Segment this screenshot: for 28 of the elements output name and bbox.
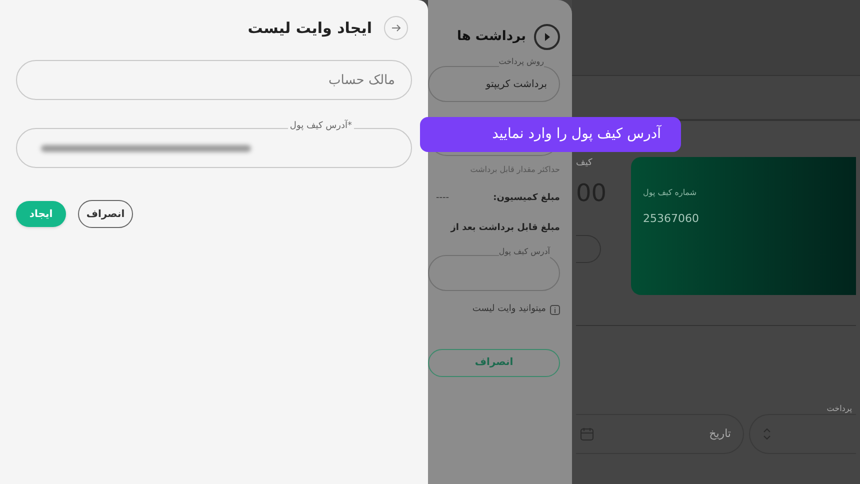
card-label: شماره کیف پول — [643, 187, 697, 199]
panel-title: ایجاد وایت لیست — [248, 18, 372, 39]
calendar-icon — [580, 427, 594, 441]
panel-title: برداشت ها — [456, 28, 526, 46]
date-placeholder: تاریخ — [709, 426, 731, 442]
net-amount-label: مبلغ قابل برداشت بعد از — [449, 222, 560, 234]
play-icon — [534, 24, 560, 50]
callout: آدرس کیف پول را وارد نمایید — [420, 117, 681, 152]
commission-label: مبلغ کمیسیون: — [493, 192, 560, 205]
field-value: برداشت کریپتو — [486, 78, 547, 92]
date-field[interactable]: تاریخ — [576, 414, 744, 454]
commission-value: ---- — [436, 192, 449, 205]
field-label: آدرس کیف پول — [498, 246, 550, 258]
wallet-label: کیف — [576, 157, 594, 170]
info-icon — [550, 304, 560, 315]
up-down-icon — [762, 427, 772, 441]
arrow-icon — [391, 23, 401, 33]
field-label: پرداخت — [826, 403, 852, 415]
text-field[interactable]: مالک حساب — [16, 60, 412, 100]
field-label: *آدرس کیف پول — [288, 119, 354, 133]
note-text: میتوانید وایت لیست — [472, 303, 546, 316]
back-button[interactable] — [384, 16, 408, 40]
card-number: 25367060 — [643, 211, 700, 227]
field-label: روش پرداخت — [498, 56, 544, 68]
create-button[interactable]: ایجاد — [16, 201, 66, 227]
address-field[interactable] — [428, 255, 560, 291]
cancel-button[interactable]: انصراف — [78, 200, 133, 228]
select-field[interactable]: برداشت کریپتو — [428, 66, 560, 102]
